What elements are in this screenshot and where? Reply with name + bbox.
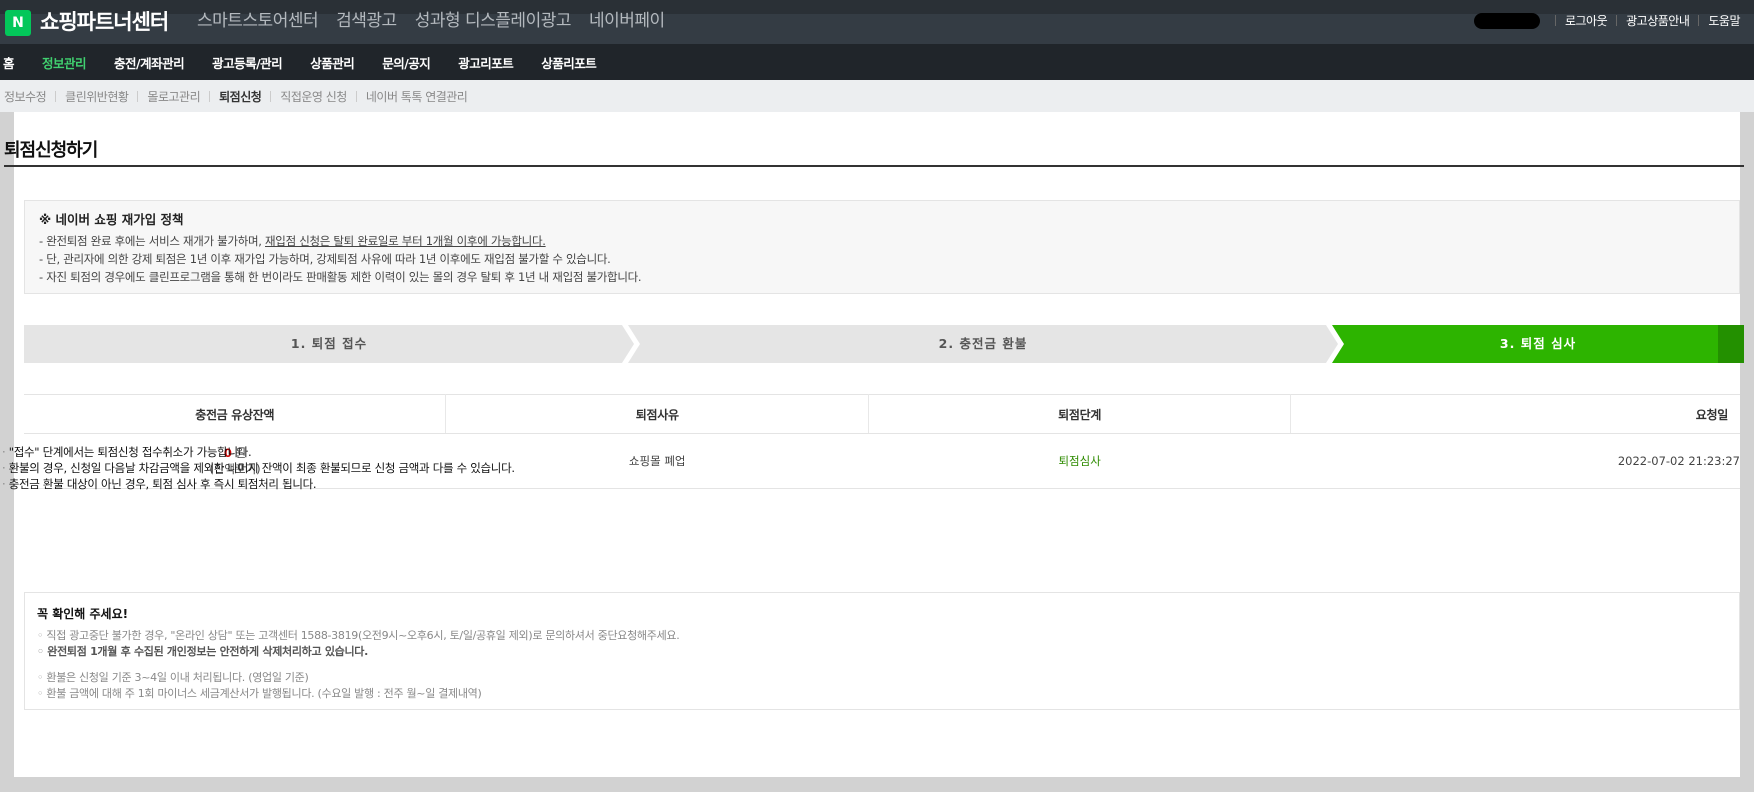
step-end-cap: [1718, 325, 1744, 363]
gnb-display-ads[interactable]: 성과형 디스플레이광고: [415, 10, 572, 32]
step-review-active: 3. 퇴점 심사: [1332, 325, 1744, 363]
gnb-search-ads[interactable]: 검색광고: [336, 10, 397, 32]
subnav-talktalk[interactable]: 네이버 톡톡 연결관리: [357, 88, 477, 105]
policy-line-2: - 단, 관리자에 의한 강제 퇴점은 1년 이후 재가입 가능하며, 강제퇴점…: [39, 252, 611, 266]
note-1: "접수" 단계에서는 퇴점신청 접수취소가 가능합니다.: [2, 444, 515, 460]
nav-charge-account[interactable]: 충전/계좌관리: [100, 53, 198, 72]
col-stage: 퇴점단계: [868, 394, 1292, 434]
confirm-heading: 꼭 확인해 주세요!: [37, 607, 129, 621]
policy-line-1-underlined: 재입점 신청은 탈퇴 완료일로 부터 1개월 이후에 가능합니다.: [265, 234, 546, 248]
cell-stage: 퇴점심사: [868, 433, 1291, 489]
confirm-box: 꼭 확인해 주세요! 직접 광고중단 불가한 경우, "온라인 상담" 또는 고…: [24, 592, 1740, 710]
subnav-withdrawal[interactable]: 퇴점신청: [210, 88, 270, 105]
main-nav: 홈 정보관리 충전/계좌관리 광고등록/관리 상품관리 문의/공지 광고리포트 …: [0, 44, 1754, 80]
nav-product-management[interactable]: 상품관리: [296, 53, 368, 72]
nav-info-management[interactable]: 정보관리: [28, 53, 100, 72]
logout-link[interactable]: 로그아웃: [1565, 12, 1608, 29]
top-header: N 쇼핑파트너센터 스마트스토어센터 검색광고 성과형 디스플레이광고 네이버페…: [0, 0, 1754, 44]
policy-line-1-text: - 완전퇴점 완료 후에는 서비스 재개가 불가하며,: [39, 234, 266, 248]
withdrawal-notes: "접수" 단계에서는 퇴점신청 접수취소가 가능합니다. 환불의 경우, 신청일…: [2, 444, 515, 492]
gnb-smartstore[interactable]: 스마트스토어센터: [197, 10, 319, 32]
step-received: 1. 퇴점 접수: [24, 325, 634, 363]
confirm-gap: [37, 660, 1727, 670]
global-nav: 스마트스토어센터 검색광고 성과형 디스플레이광고 네이버페이: [197, 10, 665, 32]
confirm-line-4: 환불 금액에 대해 주 1회 마이너스 세금계산서가 발행됩니다. (수요일 발…: [37, 686, 1727, 702]
policy-line-1: - 완전퇴점 완료 후에는 서비스 재개가 불가하며, 재입점 신청은 탈퇴 완…: [39, 232, 1725, 250]
rejoin-policy-box: ※ 네이버 쇼핑 재가입 정책 - 완전퇴점 완료 후에는 서비스 재개가 불가…: [24, 200, 1740, 294]
gnb-naverpay[interactable]: 네이버페이: [589, 10, 665, 32]
user-name-redacted: [1473, 12, 1540, 29]
confirm-line-2: 완전퇴점 1개월 후 수집된 개인정보는 안전하게 삭제처리하고 있습니다.: [37, 644, 1727, 660]
subnav-edit-info[interactable]: 정보수정: [0, 88, 55, 105]
subnav-direct-operation[interactable]: 직접운영 신청: [271, 88, 356, 105]
note-2: 환불의 경우, 신청일 다음날 차감금액을 제외한 나머지 잔액이 최종 환불되…: [2, 460, 515, 476]
ad-product-info-link[interactable]: 광고상품안내: [1626, 12, 1690, 29]
page-title: 퇴점신청하기: [4, 140, 98, 161]
title-divider: [4, 165, 1744, 167]
util-separator: [1698, 15, 1700, 26]
sub-nav: 정보수정 클린위반현황 몰로고관리 퇴점신청 직접운영 신청 네이버 톡톡 연결…: [0, 80, 1754, 112]
help-link[interactable]: 도움말: [1708, 12, 1740, 29]
nav-ad-registration[interactable]: 광고등록/관리: [198, 53, 296, 72]
confirm-line-3: 환불은 신청일 기준 3~4일 이내 처리됩니다. (영업일 기준): [37, 670, 1727, 686]
util-separator: [1616, 15, 1618, 26]
content-panel: 퇴점신청하기 ※ 네이버 쇼핑 재가입 정책 - 완전퇴점 완료 후에는 서비스…: [4, 112, 1744, 777]
naver-logo-icon[interactable]: N: [5, 10, 31, 36]
nav-ad-report[interactable]: 광고리포트: [444, 53, 527, 72]
step-review-label: 3. 퇴점 심사: [1499, 336, 1577, 351]
col-balance: 충전금 유상잔액: [24, 394, 447, 434]
nav-inquiry-notice[interactable]: 문의/공지: [368, 53, 444, 72]
nav-home[interactable]: 홈: [0, 53, 28, 72]
nav-product-report[interactable]: 상품리포트: [527, 53, 610, 72]
subnav-mall-logo[interactable]: 몰로고관리: [138, 88, 209, 105]
confirm-line-1: 직접 광고중단 불가한 경우, "온라인 상담" 또는 고객센터 1588-38…: [37, 628, 1727, 644]
col-request-date: 요청일: [1290, 394, 1740, 434]
progress-steps: 1. 퇴점 접수 2. 충전금 환불 3. 퇴점 심사: [24, 325, 1744, 363]
col-reason: 퇴점사유: [445, 394, 869, 434]
brand-title[interactable]: 쇼핑파트너센터: [40, 7, 169, 37]
step-refund: 2. 충전금 환불: [628, 325, 1338, 363]
policy-heading: ※ 네이버 쇼핑 재가입 정책: [39, 212, 184, 227]
table-header-row: 충전금 유상잔액 퇴점사유 퇴점단계 요청일: [24, 394, 1740, 434]
utility-menu: 로그아웃 광고상품안내 도움말: [1473, 12, 1740, 29]
note-3: 충전금 환불 대상이 아닌 경우, 퇴점 심사 후 즉시 퇴점처리 됩니다.: [2, 476, 515, 492]
policy-line-3: - 자진 퇴점의 경우에도 클린프로그램을 통해 한 번이라도 판매활동 제한 …: [39, 270, 642, 284]
cell-request-date: 2022-07-02 21:23:27: [1290, 433, 1740, 489]
util-separator: [1554, 15, 1556, 26]
subnav-clean-violation[interactable]: 클린위반현황: [56, 88, 137, 105]
